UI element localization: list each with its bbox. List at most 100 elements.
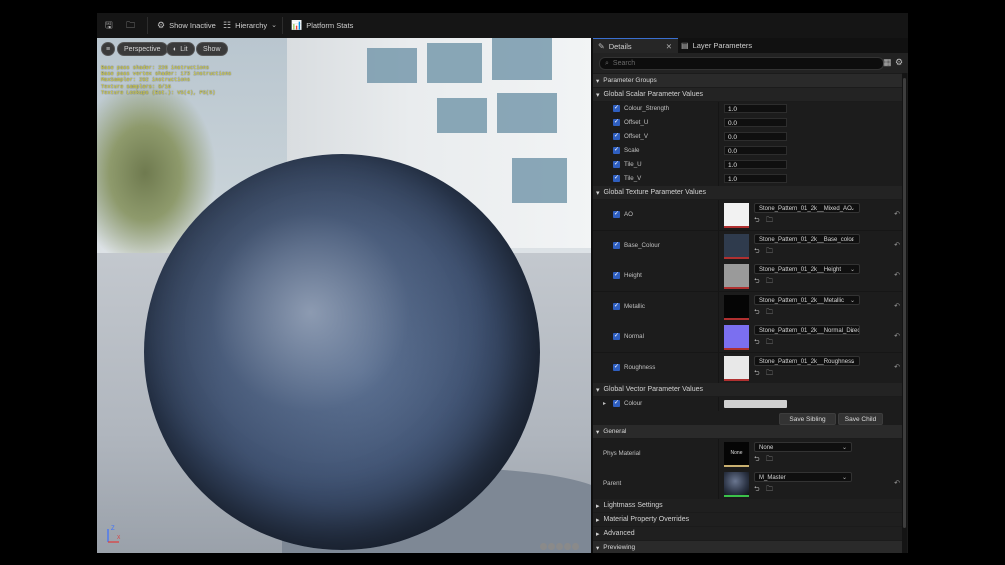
param-checkbox[interactable]: ✓ (613, 400, 620, 407)
preview-sphere-icon[interactable] (548, 543, 555, 550)
save-button[interactable]: 🖫 (105, 18, 113, 33)
browse-icon[interactable]: 🗀 (766, 338, 773, 349)
param-value-cell: Stone_Pattern_01_2k__Metallic ⌄ ⮌ 🗀 ↶ (718, 291, 903, 322)
use-selected-icon[interactable]: ⮌ (754, 277, 760, 288)
section-material-property-overrides[interactable]: ▸ Material Property Overrides (593, 513, 902, 526)
param-checkbox[interactable]: ✓ (613, 241, 620, 249)
texture-thumbnail[interactable] (724, 203, 749, 228)
browse-icon[interactable]: 🗀 (766, 277, 773, 288)
use-selected-icon[interactable]: ⮌ (754, 369, 760, 380)
preview-mesh-icon[interactable] (572, 543, 579, 550)
texture-asset-combo[interactable]: Stone_Pattern_01_2k__Normal_DirectX ⌄ (754, 325, 860, 335)
section-parameter-groups[interactable]: ▾ Parameter Groups (593, 74, 902, 87)
viewport-menu-button[interactable]: ≡ (101, 42, 115, 56)
browse-icon[interactable]: 🗀 (766, 369, 773, 380)
table-view-icon[interactable]: ▦ (883, 58, 892, 67)
texture-thumbnail[interactable] (724, 264, 749, 289)
reset-to-default-icon[interactable]: ↶ (894, 302, 900, 310)
chevron-right-icon[interactable]: ▸ (603, 400, 606, 407)
param-value-input[interactable]: 0.0 (724, 132, 787, 141)
use-selected-icon[interactable]: ⮌ (754, 485, 760, 496)
param-checkbox[interactable]: ✓ (613, 302, 620, 310)
reset-to-default-icon[interactable]: ↶ (894, 332, 900, 340)
param-checkbox[interactable]: ✓ (613, 147, 620, 154)
texture-thumbnail[interactable] (724, 325, 749, 350)
perspective-button[interactable]: Perspective (117, 42, 168, 56)
settings-gear-icon[interactable]: ⚙ (895, 58, 903, 67)
param-value-input[interactable]: 1.0 (724, 160, 787, 169)
reset-to-default-icon[interactable]: ↶ (894, 210, 900, 218)
reset-to-default-icon[interactable]: ↶ (894, 241, 900, 249)
preview-plane-icon[interactable] (556, 543, 563, 550)
browse-icon[interactable]: 🗀 (766, 308, 773, 319)
lit-button[interactable]: ◐ Lit (166, 42, 195, 56)
param-checkbox[interactable]: ✓ (613, 333, 620, 340)
details-scrollbar[interactable] (902, 73, 907, 553)
save-sibling-button[interactable]: Save Sibling (779, 413, 836, 425)
tab-details-label: Details (608, 42, 632, 51)
show-inactive-button[interactable]: ⚙ Show Inactive (157, 18, 216, 33)
hierarchy-dropdown[interactable]: ☷ Hierarchy ⌄ (223, 18, 277, 33)
texture-asset-combo[interactable]: Stone_Pattern_01_2k__Base_color ⌄ (754, 233, 860, 244)
preview-viewport[interactable]: ≡ Perspective ◐ Lit Show Base pass shade… (97, 38, 591, 553)
group-global-vector[interactable]: ▾ Global Vector Parameter Values (593, 383, 902, 396)
param-checkbox[interactable]: ✓ (613, 363, 620, 371)
param-value-input[interactable]: 1.0 (724, 104, 787, 113)
reset-to-default-icon[interactable]: ↶ (894, 479, 900, 487)
use-selected-icon[interactable]: ⮌ (754, 247, 760, 258)
param-checkbox[interactable]: ✓ (613, 211, 620, 218)
param-checkbox[interactable]: ✓ (613, 119, 620, 126)
close-icon[interactable]: ✕ (666, 42, 672, 51)
use-selected-icon[interactable]: ⮌ (754, 338, 760, 349)
texture-thumbnail[interactable] (724, 233, 749, 259)
texture-thumbnail[interactable] (724, 355, 749, 381)
use-selected-icon[interactable]: ⮌ (754, 308, 760, 319)
chevron-right-icon: ▸ (596, 502, 600, 510)
param-value-input[interactable]: 0.0 (724, 146, 787, 155)
parent-thumbnail[interactable] (724, 472, 749, 497)
param-name: Roughness (624, 363, 656, 371)
browse-icon[interactable]: 🗀 (766, 216, 773, 227)
param-checkbox[interactable]: ✓ (613, 272, 620, 279)
section-general[interactable]: ▾ General (593, 425, 902, 438)
param-checkbox[interactable]: ✓ (613, 133, 620, 140)
texture-asset-combo[interactable]: Stone_Pattern_01_2k__Height ⌄ (754, 264, 860, 274)
param-checkbox[interactable]: ✓ (613, 161, 620, 168)
reset-to-default-icon[interactable]: ↶ (894, 271, 900, 279)
show-button[interactable]: Show (196, 42, 228, 56)
parent-combo[interactable]: M_Master ⌄ (754, 472, 852, 482)
preview-cylinder-icon[interactable] (540, 543, 547, 550)
search-input[interactable]: ⌕ Search (599, 57, 884, 70)
param-value-input[interactable]: 0.0 (724, 118, 787, 127)
phys-material-label: Phys Material (603, 450, 641, 457)
browse-icon[interactable]: 🗀 (766, 455, 773, 466)
param-checkbox[interactable]: ✓ (613, 175, 620, 182)
reset-to-default-icon[interactable]: ↶ (894, 363, 900, 371)
browse-icon[interactable]: 🗀 (766, 485, 773, 496)
platform-stats-button[interactable]: 📊 Platform Stats (291, 18, 353, 33)
scrollbar-thumb[interactable] (903, 78, 906, 528)
use-selected-icon[interactable]: ⮌ (754, 216, 760, 227)
save-child-button[interactable]: Save Child (838, 413, 883, 425)
texture-asset-combo[interactable]: Stone_Pattern_01_2k__Roughness ⌄ (754, 355, 860, 366)
texture-param-row: ✓ AO Stone_Pattern_01_2k__Mixed_AO ⌄ ⮌ 🗀… (593, 200, 902, 231)
phys-material-combo[interactable]: None ⌄ (754, 442, 852, 452)
tab-details[interactable]: ✎ Details ✕ (593, 38, 678, 54)
texture-asset-combo[interactable]: Stone_Pattern_01_2k__Metallic ⌄ (754, 294, 860, 305)
texture-thumbnail[interactable] (724, 294, 749, 320)
use-selected-icon[interactable]: ⮌ (754, 455, 760, 466)
group-global-texture[interactable]: ▾ Global Texture Parameter Values (593, 186, 902, 199)
texture-asset-combo[interactable]: Stone_Pattern_01_2k__Mixed_AO ⌄ (754, 203, 860, 213)
section-advanced[interactable]: ▸ Advanced (593, 527, 902, 540)
phys-material-thumbnail[interactable]: None (724, 442, 749, 467)
param-checkbox[interactable]: ✓ (613, 105, 620, 112)
colour-swatch[interactable] (724, 400, 787, 408)
tab-layer-parameters[interactable]: ▤ Layer Parameters (677, 38, 752, 53)
group-global-scalar[interactable]: ▾ Global Scalar Parameter Values (593, 88, 902, 101)
browse-button[interactable]: 🗀 (126, 18, 135, 33)
section-previewing[interactable]: ▾ Previewing (593, 541, 902, 553)
section-lightmass-settings[interactable]: ▸ Lightmass Settings (593, 499, 902, 512)
preview-cube-icon[interactable] (564, 543, 571, 550)
browse-icon[interactable]: 🗀 (766, 247, 773, 258)
param-value-input[interactable]: 1.0 (724, 174, 787, 183)
